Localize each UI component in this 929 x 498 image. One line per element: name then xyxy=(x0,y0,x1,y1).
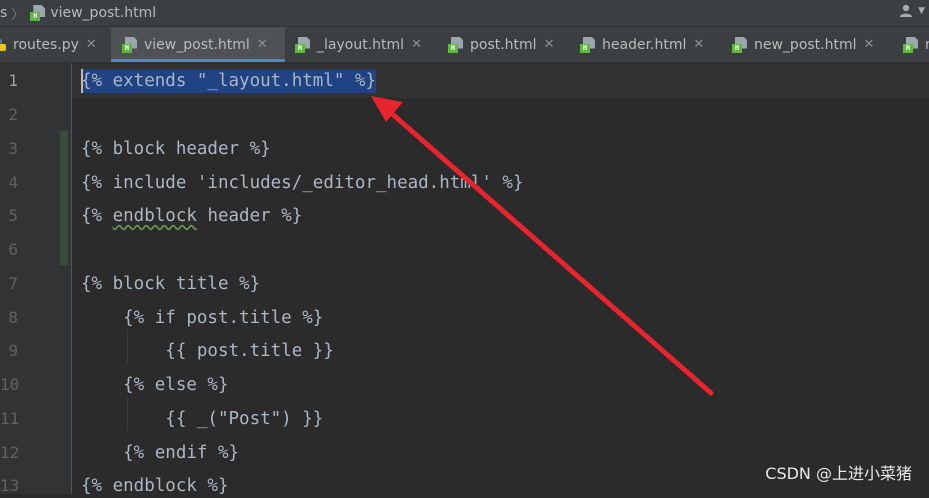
line-number: 1 xyxy=(8,71,18,90)
code-line[interactable]: {% if post.title %} xyxy=(81,306,323,330)
tab-header-html[interactable]: H header.html ✕ xyxy=(580,27,704,62)
line-number: 11 xyxy=(0,409,20,428)
code-line[interactable]: {{ post.title }} xyxy=(81,339,334,363)
html-file-icon: H xyxy=(295,36,311,53)
tab-overflow-file[interactable]: H r xyxy=(903,27,929,62)
line-number: 13 xyxy=(0,476,20,495)
tab-post-html[interactable]: H post.html ✕ xyxy=(448,27,554,62)
code-token: {% xyxy=(81,206,113,226)
code-line[interactable]: {% include 'includes/_editor_head.html' … xyxy=(81,171,524,195)
tab-view-post-html[interactable]: H view_post.html ✕ xyxy=(111,27,285,62)
code-line[interactable]: {% block title %} xyxy=(81,272,260,296)
line-number: 8 xyxy=(8,308,18,327)
close-tab-icon[interactable]: ✕ xyxy=(86,37,97,52)
breadcrumb-file-label: view_post.html xyxy=(50,5,157,21)
html-file-icon: H xyxy=(732,36,748,53)
code-line[interactable]: {% endblock %} xyxy=(81,474,229,498)
close-tab-icon[interactable]: ✕ xyxy=(864,37,875,52)
line-number: 10 xyxy=(0,375,20,394)
code-line[interactable]: {% else %} xyxy=(81,373,228,397)
code-line[interactable]: {% block header %} xyxy=(81,137,271,161)
tab-label: post.html xyxy=(470,36,537,53)
tab-label: routes.py xyxy=(13,36,79,53)
breadcrumb-prev-segment[interactable]: s xyxy=(0,5,7,21)
tab-label: r xyxy=(925,37,929,53)
code-line[interactable]: {{ _("Post") }} xyxy=(81,407,323,431)
html-file-icon: H xyxy=(448,36,464,53)
tab-label: view_post.html xyxy=(144,36,250,53)
user-icon xyxy=(900,4,913,17)
tab-layout-html[interactable]: H _layout.html ✕ xyxy=(295,27,422,62)
watermark: CSDN @上进小菜猪 xyxy=(765,464,912,483)
line-number: 12 xyxy=(0,443,20,462)
breadcrumb-separator-icon: 〉 xyxy=(11,7,25,23)
chevron-down-icon: ▼ xyxy=(918,6,925,16)
python-file-icon xyxy=(0,38,6,51)
tab-label: _layout.html xyxy=(317,36,405,53)
close-tab-icon[interactable]: ✕ xyxy=(411,37,422,52)
editor-tab-bar: routes.py ✕ H view_post.html ✕ H _layout… xyxy=(0,27,929,63)
line-number: 9 xyxy=(8,341,18,360)
user-menu-button[interactable]: ▼ xyxy=(899,3,925,19)
code-line-selected[interactable]: {% extends "_layout.html" %} xyxy=(81,69,377,93)
close-tab-icon[interactable]: ✕ xyxy=(693,37,704,52)
line-number: 5 xyxy=(8,206,18,225)
code-line[interactable]: {% endif %} xyxy=(81,441,239,465)
line-number: 7 xyxy=(8,274,18,293)
tab-label: new_post.html xyxy=(754,36,857,53)
code-line[interactable]: {% endblock header %} xyxy=(81,204,302,228)
code-token-warning: endblock xyxy=(112,206,197,226)
breadcrumb-file[interactable]: H view_post.html xyxy=(30,5,156,21)
line-number: 3 xyxy=(8,139,18,158)
tab-label: header.html xyxy=(602,36,687,53)
tab-new-post-html[interactable]: H new_post.html ✕ xyxy=(732,27,874,62)
code-token: header %} xyxy=(196,206,303,226)
html-file-icon: H xyxy=(580,36,596,53)
html-file-icon: H xyxy=(122,36,138,53)
html-file-icon: H xyxy=(30,5,46,21)
line-number: 4 xyxy=(8,173,18,192)
close-tab-icon[interactable]: ✕ xyxy=(257,37,268,52)
vcs-change-marker[interactable] xyxy=(60,131,68,265)
text-caret xyxy=(81,69,83,93)
breadcrumb: s 〉 H view_post.html ▼ xyxy=(0,0,929,27)
tab-routes-py[interactable]: routes.py ✕ xyxy=(0,27,110,62)
line-number: 2 xyxy=(8,105,18,124)
line-number: 6 xyxy=(8,240,18,259)
html-file-icon: H xyxy=(903,36,919,53)
close-tab-icon[interactable]: ✕ xyxy=(544,37,555,52)
line-number-gutter[interactable]: 1 2 3 4 5 6 7 8 9 10 11 12 13 xyxy=(0,63,72,495)
